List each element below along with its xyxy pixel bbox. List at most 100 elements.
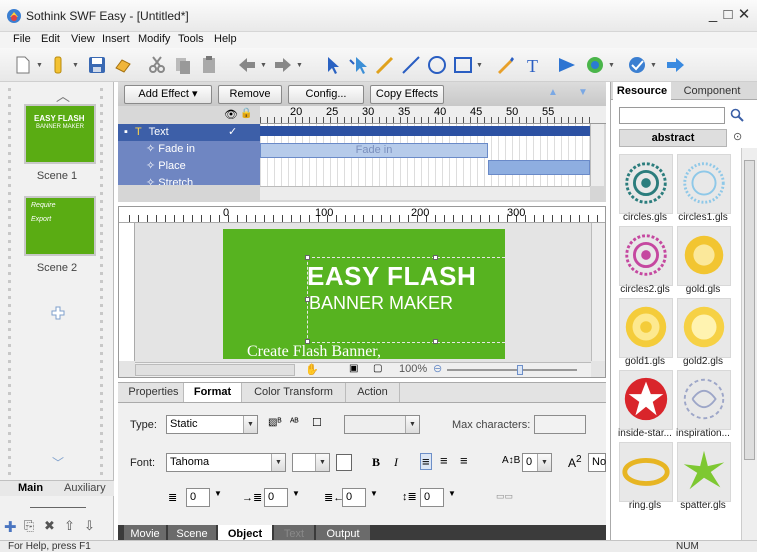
menu-edit[interactable]: Edit xyxy=(41,33,60,45)
spell-icon[interactable]: ᴬᴮ xyxy=(290,417,299,428)
layer-row-text[interactable]: ▪ T Text ✓ xyxy=(118,124,260,141)
config-button[interactable]: Config... xyxy=(288,85,364,104)
resize-handle[interactable] xyxy=(305,339,310,344)
preview-browser-icon[interactable] xyxy=(584,54,606,76)
resource-scroll-thumb[interactable] xyxy=(744,160,755,460)
border-checkbox[interactable]: ☐ xyxy=(312,416,322,429)
resource-item-circles-teal[interactable] xyxy=(619,154,673,214)
resource-item-spatter[interactable] xyxy=(677,442,731,502)
right-margin-input[interactable]: 0 xyxy=(342,488,366,507)
export-icon[interactable] xyxy=(112,54,134,76)
move-up-icon[interactable]: ⇧ xyxy=(64,518,75,534)
fit-stage-icon[interactable]: ▣ xyxy=(349,363,358,374)
banner-tagline[interactable]: Create Flash Banner, xyxy=(247,343,381,359)
resource-search-input[interactable] xyxy=(619,107,725,124)
font-select[interactable]: Tahoma ▼ xyxy=(166,453,286,472)
place-bar[interactable] xyxy=(488,160,590,175)
resize-handle[interactable] xyxy=(433,339,438,344)
link-icon[interactable]: ▭▭ xyxy=(496,491,513,502)
move-layer-up-icon[interactable]: ▲ xyxy=(548,87,558,98)
tab-main[interactable]: Main xyxy=(18,482,43,494)
align-right-icon[interactable]: ≡ xyxy=(460,453,468,468)
select-arrow-icon[interactable] xyxy=(322,54,344,76)
copy-effects-button[interactable]: Copy Effects xyxy=(370,85,444,104)
stage-canvas[interactable]: EASY FLASH BANNER MAKER Create Flash Ban… xyxy=(223,229,505,359)
resource-item-swirl[interactable] xyxy=(677,370,731,430)
zoom-slider-thumb[interactable] xyxy=(517,365,523,375)
no-select[interactable]: No xyxy=(588,453,606,472)
superscript-icon[interactable]: A2 xyxy=(568,454,582,470)
move-layer-down-icon[interactable]: ▼ xyxy=(578,87,588,98)
scroll-down-icon[interactable]: ﹀ xyxy=(52,454,64,471)
resource-item-circles-pink[interactable] xyxy=(619,226,673,286)
undo-icon[interactable] xyxy=(236,54,258,76)
lock-icon[interactable]: 🔒 xyxy=(240,108,252,119)
resource-scrollbar[interactable] xyxy=(741,148,757,540)
cut-icon[interactable] xyxy=(146,54,168,76)
add-effect-button[interactable]: Add Effect ▾ xyxy=(124,85,212,104)
visible-check-icon[interactable]: ✓ xyxy=(228,124,237,141)
resource-item-circles-lightblue[interactable] xyxy=(677,154,731,214)
menu-modify[interactable]: Modify xyxy=(138,33,170,45)
pen-icon[interactable] xyxy=(494,54,516,76)
scroll-up-icon[interactable]: ︿ xyxy=(56,86,70,106)
resource-item-gold-ring[interactable] xyxy=(677,226,731,286)
subselect-icon[interactable] xyxy=(348,54,370,76)
tab-auxiliary[interactable]: Auxiliary xyxy=(64,482,106,494)
scene-thumbnail-1[interactable]: EASY FLASH BANNER MAKER xyxy=(24,104,96,164)
indent-input[interactable]: 0 xyxy=(186,488,210,507)
menu-tools[interactable]: Tools xyxy=(178,33,204,45)
timeline-vscrollbar[interactable] xyxy=(590,124,604,186)
copy-icon[interactable] xyxy=(172,54,194,76)
selection-box[interactable] xyxy=(307,257,505,343)
eye-icon[interactable]: 👁 xyxy=(224,108,238,121)
add-scene-icon[interactable] xyxy=(51,306,65,320)
resource-item-gold-coin[interactable] xyxy=(619,298,673,358)
line-spacing-input[interactable]: 0 xyxy=(420,488,444,507)
max-characters-input[interactable] xyxy=(534,415,586,434)
line-icon[interactable] xyxy=(400,54,422,76)
scene-thumbnail-2[interactable]: Require Export xyxy=(24,196,96,256)
align-left-icon[interactable]: ≡ xyxy=(420,453,432,470)
chevron-down-icon[interactable]: ▼ xyxy=(370,489,378,498)
save-icon[interactable] xyxy=(86,54,108,76)
tab-component[interactable]: Component xyxy=(675,82,749,100)
tab-format[interactable]: Format xyxy=(184,383,242,402)
resource-item-red-star[interactable] xyxy=(619,370,673,430)
menu-insert[interactable]: Insert xyxy=(102,33,130,45)
text-direction-icon[interactable]: ▧ᴮ xyxy=(268,417,282,428)
layer-row-place[interactable]: ✧ Place xyxy=(118,158,260,175)
layer-row-stretch[interactable]: ✧ Stretch xyxy=(118,175,260,185)
duplicate-icon[interactable]: ⎘ xyxy=(24,518,34,534)
open-file-icon[interactable] xyxy=(48,54,70,76)
add-icon[interactable]: ✚ xyxy=(4,518,17,536)
actual-size-icon[interactable]: ▢ xyxy=(373,363,382,374)
text-color-swatch[interactable] xyxy=(336,454,352,471)
menu-view[interactable]: View xyxy=(71,33,95,45)
chevron-down-icon[interactable]: ▼ xyxy=(292,489,300,498)
left-margin-input[interactable]: 0 xyxy=(264,488,288,507)
tab-color-transform[interactable]: Color Transform xyxy=(242,383,346,402)
resource-item-gold-coin-2[interactable] xyxy=(677,298,731,358)
ellipse-icon[interactable] xyxy=(426,54,448,76)
fade-in-bar[interactable]: Fade in xyxy=(260,143,488,158)
menu-help[interactable]: Help xyxy=(214,33,237,45)
chevron-down-icon[interactable]: ▼ xyxy=(448,489,456,498)
align-center-icon[interactable]: ≡ xyxy=(440,453,448,468)
rectangle-icon[interactable] xyxy=(452,54,474,76)
paste-icon[interactable] xyxy=(198,54,220,76)
line-type-select[interactable]: ▼ xyxy=(344,415,420,434)
menu-file[interactable]: File xyxy=(13,33,31,45)
resource-item-ring[interactable] xyxy=(619,442,673,502)
text-span-bar[interactable] xyxy=(260,126,590,136)
italic-button[interactable]: I xyxy=(394,455,398,470)
redo-icon[interactable] xyxy=(272,54,294,76)
text-tool-icon[interactable]: T xyxy=(522,54,544,76)
zoom-slider[interactable] xyxy=(447,369,577,371)
zoom-out-icon[interactable]: ⊖ xyxy=(433,362,442,375)
resize-handle[interactable] xyxy=(305,255,310,260)
chevron-down-icon[interactable]: ⊙ xyxy=(733,130,742,143)
bold-button[interactable]: B xyxy=(372,455,380,470)
chevron-down-icon[interactable]: ▼ xyxy=(214,489,222,498)
export-arrow-icon[interactable] xyxy=(664,54,686,76)
